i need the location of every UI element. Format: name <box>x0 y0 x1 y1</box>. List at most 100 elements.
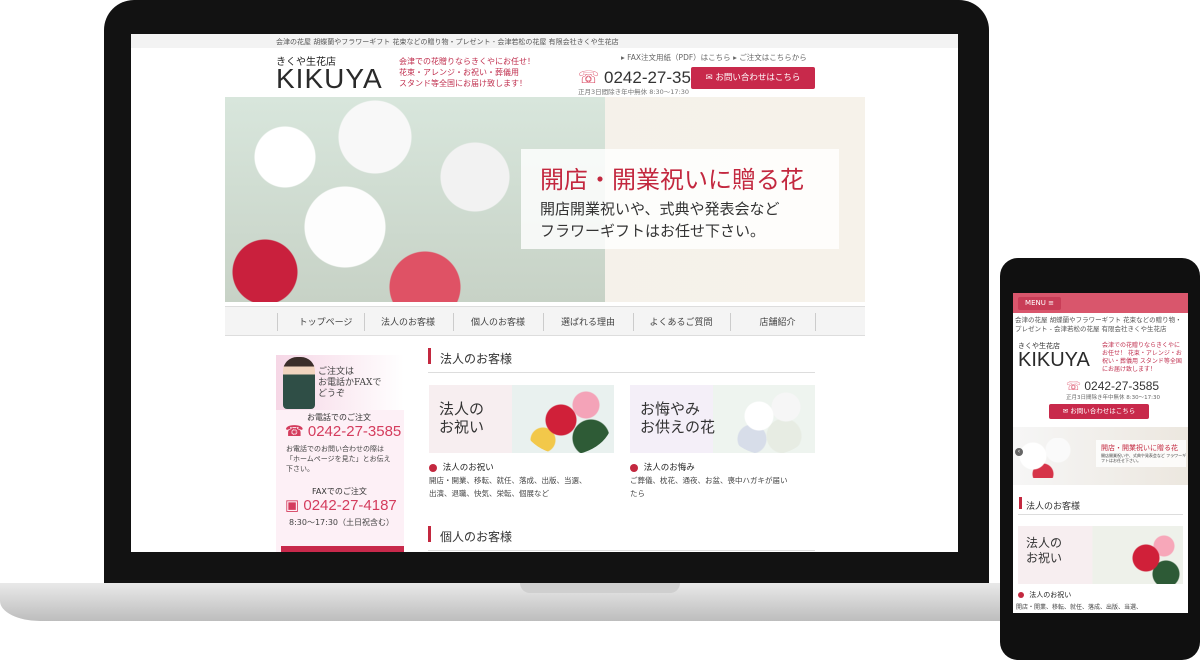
order-note-line: ご注文は <box>318 367 355 377</box>
sidebar-phone-number: 0242-27-3585 <box>307 423 402 440</box>
card-flower-image <box>724 385 814 453</box>
card-heading-label: 法人のお悔み <box>643 463 695 473</box>
mobile-phone[interactable]: ☏ 0242-27-3585 <box>1066 379 1159 393</box>
phone-order-note: お電話でのお問い合わせの際は 「ホームページを見た」とお伝え 下さい。 <box>286 444 391 474</box>
nav-divider <box>815 313 816 331</box>
mobile-contact-button[interactable]: ✉ お問い合わせはこちら <box>1049 404 1149 419</box>
nav-divider <box>364 313 365 331</box>
order-note: ご注文は お電話かFAXで どうぞ <box>318 367 381 400</box>
contact-button-label: お問い合わせはこちら <box>715 73 801 83</box>
tagline: 会津での花贈りならきくやにお任せ！ 花束・アレンジ・お祝い・葬儀用 スタンド等全… <box>399 56 535 89</box>
mobile-section-accent <box>1019 497 1022 509</box>
card-heading[interactable]: 法人のお悔み <box>630 461 695 473</box>
phone-order-note-line: 「ホームページを見た」とお伝え <box>286 455 391 463</box>
nav-divider <box>633 313 634 331</box>
arrow-icon: ▸ <box>733 53 737 62</box>
mobile-topline: 会津の花屋 胡蝶蘭やフラワーギフト 花束などの贈り物・プレゼント - 会津若松の… <box>1015 316 1182 333</box>
nav-item-top[interactable]: トップページ <box>293 315 358 328</box>
nav-item-corporate[interactable]: 法人のお客様 <box>373 315 443 328</box>
mobile-logo[interactable]: KIKUYA <box>1018 349 1090 372</box>
mobile-card-body: 開店・開業、移転、就任、落成、出版、当選、 <box>1016 604 1143 611</box>
card-description: ご葬儀、枕花、通夜、お盆、喪中ハガキが届い たら <box>630 474 818 500</box>
mobile-card-heading[interactable]: 法人のお祝い <box>1018 590 1071 600</box>
contact-button[interactable]: ✉ お問い合わせはこちら <box>691 67 815 89</box>
mobile-screen: MENU ≡ 会津の花屋 胡蝶蘭やフラワーギフト 花束などの贈り物・プレゼント … <box>1013 293 1188 613</box>
card-flower-image <box>521 385 613 453</box>
topbar-description: 会津の花屋 胡蝶蘭やフラワーギフト 花束などの贈り物・プレゼント - 会津若松の… <box>131 34 958 48</box>
sidebar-phone[interactable]: ☎ 0242-27-3585 <box>285 422 401 440</box>
main-nav: トップページ 法人のお客様 個人のお客様 選ばれる理由 よくあるご質問 店舗紹介 <box>225 306 865 336</box>
card-description: 開店・開業、移転、就任、落成、出版、当選、 出演、退職、快気、栄転、個展など <box>429 474 619 500</box>
arrow-icon <box>1018 592 1024 598</box>
sidebar-button[interactable] <box>281 546 404 552</box>
mobile-section-divider <box>1018 514 1183 515</box>
nav-divider <box>453 313 454 331</box>
section-divider <box>428 550 815 551</box>
card-heading[interactable]: 法人のお祝い <box>429 461 494 473</box>
mobile-card-title-line: 法人の <box>1026 536 1063 550</box>
mobile-phone-number: 0242-27-3585 <box>1084 379 1160 393</box>
arrow-icon <box>630 463 638 472</box>
mail-icon: ✉ <box>705 73 716 83</box>
hero-subtitle-line: 開店開業祝いや、式典や発表会など <box>540 200 780 218</box>
laptop-notch <box>520 583 680 593</box>
header-links: ▸ FAX注文用紙（PDF）はこちら ▸ ご注文はこちらから <box>621 52 807 63</box>
fax-icon: ▣ <box>285 497 300 514</box>
phone-icon: ☏ <box>578 68 600 87</box>
phone-icon: ☎ <box>285 423 304 440</box>
mobile-contact-label: お問い合わせはこちら <box>1070 407 1136 415</box>
order-link[interactable]: ご注文はこちらから <box>739 53 807 62</box>
nav-item-faq[interactable]: よくあるご質問 <box>640 315 722 328</box>
arrow-icon: ▸ <box>621 53 625 62</box>
arrow-icon <box>429 463 437 472</box>
mobile-card-heading-label: 法人のお祝い <box>1029 591 1072 599</box>
nav-divider <box>730 313 731 331</box>
section-title-corporate: 法人のお客様 <box>440 352 513 366</box>
tagline-line: スタンド等全国にお届け致します！ <box>399 79 527 88</box>
section-accent <box>428 526 431 542</box>
hero-subtitle-line: フラワーギフトはお任せ下さい。 <box>540 222 766 240</box>
sidebar-fax: ▣ 0242-27-4187 <box>285 496 397 514</box>
section-divider <box>428 372 815 373</box>
hero-banner: 開店・開業祝いに贈る花 開店開業祝いや、式典や発表会など フラワーギフトはお任せ… <box>225 97 865 302</box>
mobile-hero-image <box>1013 438 1103 478</box>
mobile-hero-title: 開店・開業祝いに贈る花 <box>1101 444 1178 452</box>
card-title-line: 法人の <box>439 400 485 418</box>
card-condolence[interactable]: お悔やみ お供えの花 <box>630 385 815 453</box>
mobile-hours: 正月3日間除き年中無休 8:30〜17:30 <box>1066 395 1160 401</box>
tagline-line: 会津での花贈りならきくやにお任せ！ <box>399 57 535 66</box>
mobile-hero-subtitle: 開店開業祝いや、式典や発表会など フラワーギフトはお任せ下さい。 <box>1101 453 1187 463</box>
mobile-tagline: 会津での花贈りならきくやにお任せ！ 花束・アレンジ・お祝い・葬儀用 スタンド等全… <box>1102 342 1182 373</box>
section-accent <box>428 348 431 364</box>
desktop-screen: 会津の花屋 胡蝶蘭やフラワーギフト 花束などの贈り物・プレゼント - 会津若松の… <box>131 34 958 552</box>
card-description-line: 開店・開業、移転、就任、落成、出版、当選、 <box>429 476 587 485</box>
card-title-line: お悔やみ <box>640 400 701 418</box>
nav-divider <box>277 313 278 331</box>
menu-icon: ≡ <box>1048 299 1054 307</box>
mobile-card-image <box>1106 526 1183 584</box>
card-description-line: ご葬儀、枕花、通夜、お盆、喪中ハガキが届い <box>630 476 788 485</box>
phone-order-note-line: お電話でのお問い合わせの際は <box>286 445 384 453</box>
mobile-menu-button[interactable]: MENU ≡ <box>1018 297 1061 310</box>
card-title: お悔やみ お供えの花 <box>640 400 715 436</box>
card-heading-label: 法人のお祝い <box>442 463 494 473</box>
order-note-line: お電話かFAXで <box>318 378 382 388</box>
order-note-line: どうぞ <box>318 389 346 399</box>
fax-hours: 8:30〜17:30（土日祝含む） <box>289 518 395 527</box>
fax-pdf-link[interactable]: FAX注文用紙（PDF）はこちら <box>627 53 731 62</box>
mobile-card-title-line: お祝い <box>1026 551 1063 565</box>
section-title-personal: 個人のお客様 <box>440 530 513 544</box>
mobile-carousel-prev[interactable]: ‹ <box>1015 448 1023 456</box>
card-corporate-celebration[interactable]: 法人の お祝い <box>429 385 614 453</box>
nav-item-store[interactable]: 店舗紹介 <box>740 315 815 328</box>
hero-subtitle: 開店開業祝いや、式典や発表会など フラワーギフトはお任せ下さい。 <box>540 198 780 242</box>
florist-photo <box>283 357 315 409</box>
logo-kikuya[interactable]: KIKUYA <box>276 63 383 95</box>
mobile-section-title: 法人のお客様 <box>1026 502 1081 512</box>
nav-item-personal[interactable]: 個人のお客様 <box>463 315 533 328</box>
hero-title: 開店・開業祝いに贈る花 <box>540 166 804 194</box>
card-description-line: 出演、退職、快気、栄転、個展など <box>429 489 549 498</box>
nav-item-reasons[interactable]: 選ばれる理由 <box>553 315 623 328</box>
sidebar-fax-number: 0242-27-4187 <box>303 497 397 514</box>
mobile-menu-label: MENU <box>1025 299 1046 307</box>
